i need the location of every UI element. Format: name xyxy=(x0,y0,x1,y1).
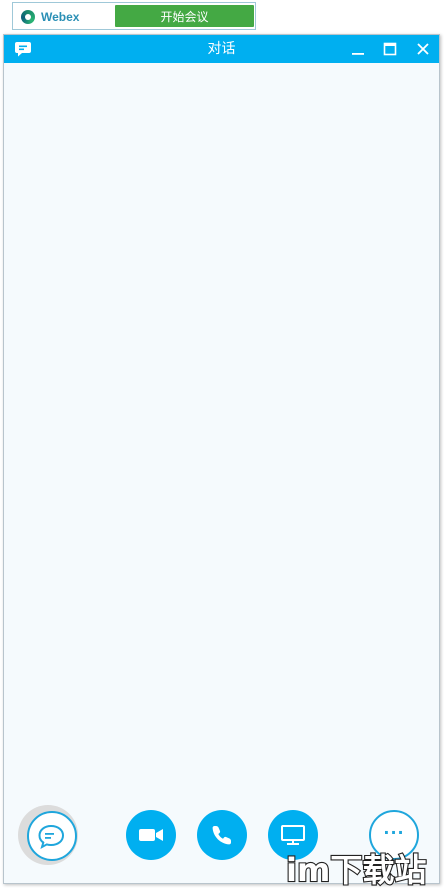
webex-brand[interactable]: Webex xyxy=(21,8,79,26)
video-camera-icon xyxy=(139,829,163,841)
watermark-text: im下载站 xyxy=(286,851,426,888)
conversation-area[interactable] xyxy=(4,63,439,833)
webex-label: Webex xyxy=(41,10,80,24)
webex-logo-icon xyxy=(21,10,35,24)
chat-bubble-icon xyxy=(38,824,65,849)
call-button[interactable] xyxy=(197,810,247,860)
maximize-icon xyxy=(383,42,397,56)
close-icon xyxy=(417,43,429,55)
title-bar[interactable]: 对话 xyxy=(4,35,439,63)
phone-icon xyxy=(212,826,231,845)
minimize-button[interactable] xyxy=(348,39,368,59)
close-button[interactable] xyxy=(413,39,433,59)
start-meeting-button[interactable]: 开始会议 xyxy=(115,5,254,27)
more-icon: ··· xyxy=(383,822,405,842)
chat-toggle-button[interactable] xyxy=(27,811,77,861)
maximize-button[interactable] xyxy=(380,39,400,59)
minimize-icon xyxy=(352,53,364,55)
conversation-window: 对话 ··· xyxy=(3,34,440,884)
webex-toolbar: Webex 开始会议 xyxy=(12,2,256,30)
window-title: 对话 xyxy=(207,41,236,57)
monitor-icon xyxy=(281,825,305,845)
video-button[interactable] xyxy=(126,810,176,860)
watermark-logo: im下载站 xyxy=(282,848,442,888)
